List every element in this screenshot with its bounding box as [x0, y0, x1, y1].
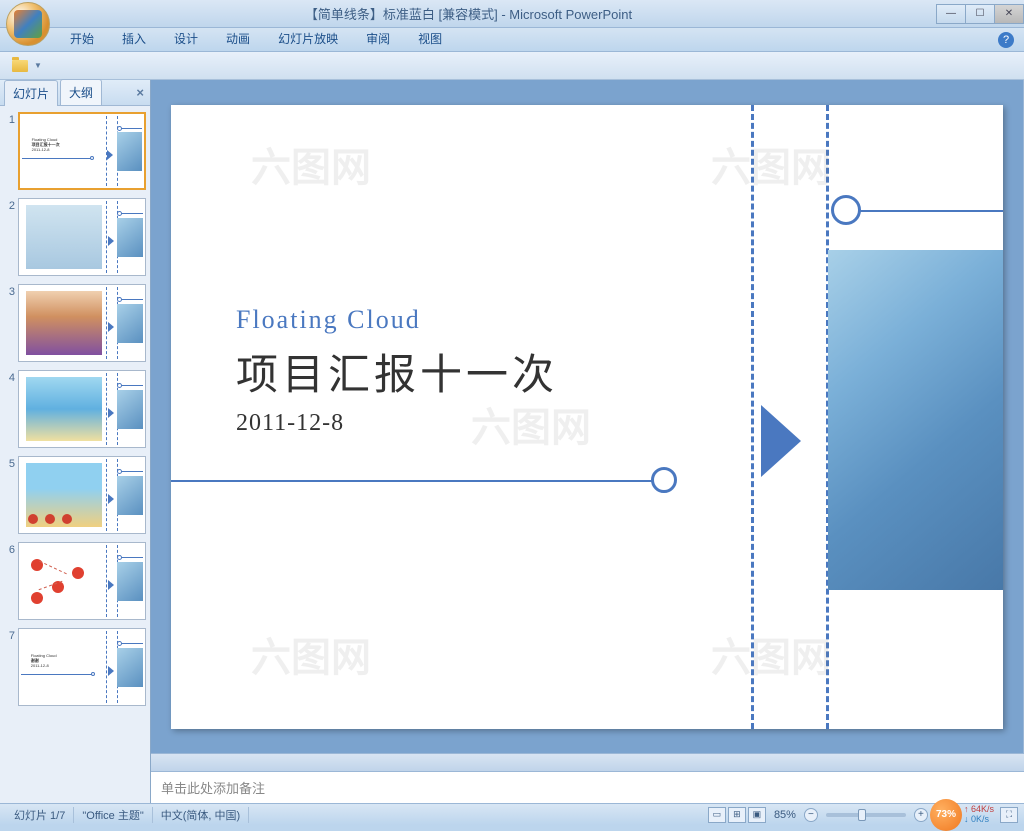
- zoom-percent[interactable]: 85%: [774, 809, 796, 821]
- ribbon-tab-view[interactable]: 视图: [404, 26, 456, 51]
- status-theme: "Office 主题": [74, 807, 152, 823]
- thumb-row: 7 Floating Cloud谢谢2011-12-8: [4, 628, 146, 706]
- decor-line: [171, 480, 661, 482]
- status-slide-position: 幻灯片 1/7: [6, 807, 74, 823]
- arrow-icon: [761, 405, 801, 477]
- thumb-row: 5: [4, 456, 146, 534]
- tab-slides[interactable]: 幻灯片: [4, 80, 58, 106]
- view-slideshow-button[interactable]: ▣: [748, 807, 766, 823]
- thumbnail-3[interactable]: [18, 284, 146, 362]
- minimize-button[interactable]: —: [936, 4, 966, 24]
- horizontal-scrollbar[interactable]: [151, 753, 1024, 771]
- slide-subtitle: Floating Cloud: [236, 305, 558, 335]
- folder-icon: [12, 60, 28, 72]
- zoom-out-button[interactable]: −: [804, 808, 818, 822]
- window-title: 【简单线条】标准蓝白 [兼容模式] - Microsoft PowerPoint: [0, 4, 937, 23]
- tab-outline[interactable]: 大纲: [60, 79, 102, 105]
- panel-tabs: 幻灯片 大纲 ×: [0, 80, 150, 106]
- main-area: 幻灯片 大纲 × 1 Floating Cloud项目汇报十一次2011-12-…: [0, 80, 1024, 803]
- slides-panel: 幻灯片 大纲 × 1 Floating Cloud项目汇报十一次2011-12-…: [0, 80, 151, 803]
- panel-close-icon[interactable]: ×: [136, 85, 144, 100]
- thumb-number: 5: [4, 456, 18, 534]
- decor-line: [851, 210, 1003, 212]
- decor-dash-line: [751, 105, 754, 729]
- watermark: 六图网: [711, 625, 831, 683]
- status-bar: 幻灯片 1/7 "Office 主题" 中文(简体, 中国) ▭ ⊞ ▣ 85%…: [0, 803, 1024, 825]
- ribbon-tab-review[interactable]: 审阅: [352, 26, 404, 51]
- maximize-button[interactable]: ☐: [965, 4, 995, 24]
- slide-date: 2011-12-8: [236, 410, 558, 437]
- dropdown-icon[interactable]: ▼: [34, 61, 42, 70]
- thumbnail-7[interactable]: Floating Cloud谢谢2011-12-8: [18, 628, 146, 706]
- ribbon-tab-home[interactable]: 开始: [56, 26, 108, 51]
- title-bar: 【简单线条】标准蓝白 [兼容模式] - Microsoft PowerPoint…: [0, 0, 1024, 28]
- view-normal-button[interactable]: ▭: [708, 807, 726, 823]
- thumb-number: 2: [4, 198, 18, 276]
- ribbon-tabs: 开始 插入 设计 动画 幻灯片放映 审阅 视图 ?: [0, 28, 1024, 52]
- ribbon-tab-slideshow[interactable]: 幻灯片放映: [264, 26, 352, 51]
- thumb-row: 6: [4, 542, 146, 620]
- thumbnail-1[interactable]: Floating Cloud项目汇报十一次2011-12-8: [18, 112, 146, 190]
- decor-circle: [651, 467, 677, 493]
- zoom-slider[interactable]: [826, 813, 906, 817]
- thumb-number: 4: [4, 370, 18, 448]
- decor-circle: [831, 195, 861, 225]
- notes-placeholder: 单击此处添加备注: [161, 781, 265, 796]
- thumb-number: 3: [4, 284, 18, 362]
- thumb-number: 1: [4, 112, 18, 190]
- quick-toolbar: ▼: [0, 52, 1024, 80]
- thumbnail-list[interactable]: 1 Floating Cloud项目汇报十一次2011-12-8 2: [0, 106, 150, 803]
- thumb-row: 2: [4, 198, 146, 276]
- status-badge[interactable]: 73%: [930, 799, 962, 831]
- ribbon-tab-animation[interactable]: 动画: [212, 26, 264, 51]
- current-slide[interactable]: Floating Cloud 项目汇报十一次 2011-12-8 六图网 六图网…: [171, 105, 1003, 729]
- slide-canvas[interactable]: Floating Cloud 项目汇报十一次 2011-12-8 六图网 六图网…: [151, 80, 1023, 753]
- network-stats: ↑ 64K/s ↓ 0K/s: [964, 805, 994, 825]
- office-button[interactable]: [6, 2, 50, 46]
- watermark: 六图网: [711, 135, 831, 193]
- window-controls: — ☐ ✕: [937, 4, 1024, 24]
- slide-editor: Floating Cloud 项目汇报十一次 2011-12-8 六图网 六图网…: [151, 80, 1024, 803]
- slide-text-block[interactable]: Floating Cloud 项目汇报十一次 2011-12-8: [236, 305, 558, 437]
- thumb-number: 6: [4, 542, 18, 620]
- view-sorter-button[interactable]: ⊞: [728, 807, 746, 823]
- thumb-row: 1 Floating Cloud项目汇报十一次2011-12-8: [4, 112, 146, 190]
- fit-window-button[interactable]: ⛶: [1000, 807, 1018, 823]
- slide-image: [828, 250, 1003, 590]
- watermark: 六图网: [251, 625, 371, 683]
- thumbnail-6[interactable]: [18, 542, 146, 620]
- thumbnail-5[interactable]: [18, 456, 146, 534]
- status-language[interactable]: 中文(简体, 中国): [153, 807, 249, 823]
- ribbon-tab-insert[interactable]: 插入: [108, 26, 160, 51]
- zoom-in-button[interactable]: +: [914, 808, 928, 822]
- ribbon-tab-design[interactable]: 设计: [160, 26, 212, 51]
- slide-title: 项目汇报十一次: [236, 341, 558, 402]
- open-button[interactable]: [8, 55, 32, 77]
- help-icon[interactable]: ?: [998, 32, 1014, 48]
- thumb-row: 4: [4, 370, 146, 448]
- thumbnail-4[interactable]: [18, 370, 146, 448]
- thumbnail-2[interactable]: [18, 198, 146, 276]
- thumb-row: 3: [4, 284, 146, 362]
- close-button[interactable]: ✕: [994, 4, 1024, 24]
- thumb-number: 7: [4, 628, 18, 706]
- watermark: 六图网: [251, 135, 371, 193]
